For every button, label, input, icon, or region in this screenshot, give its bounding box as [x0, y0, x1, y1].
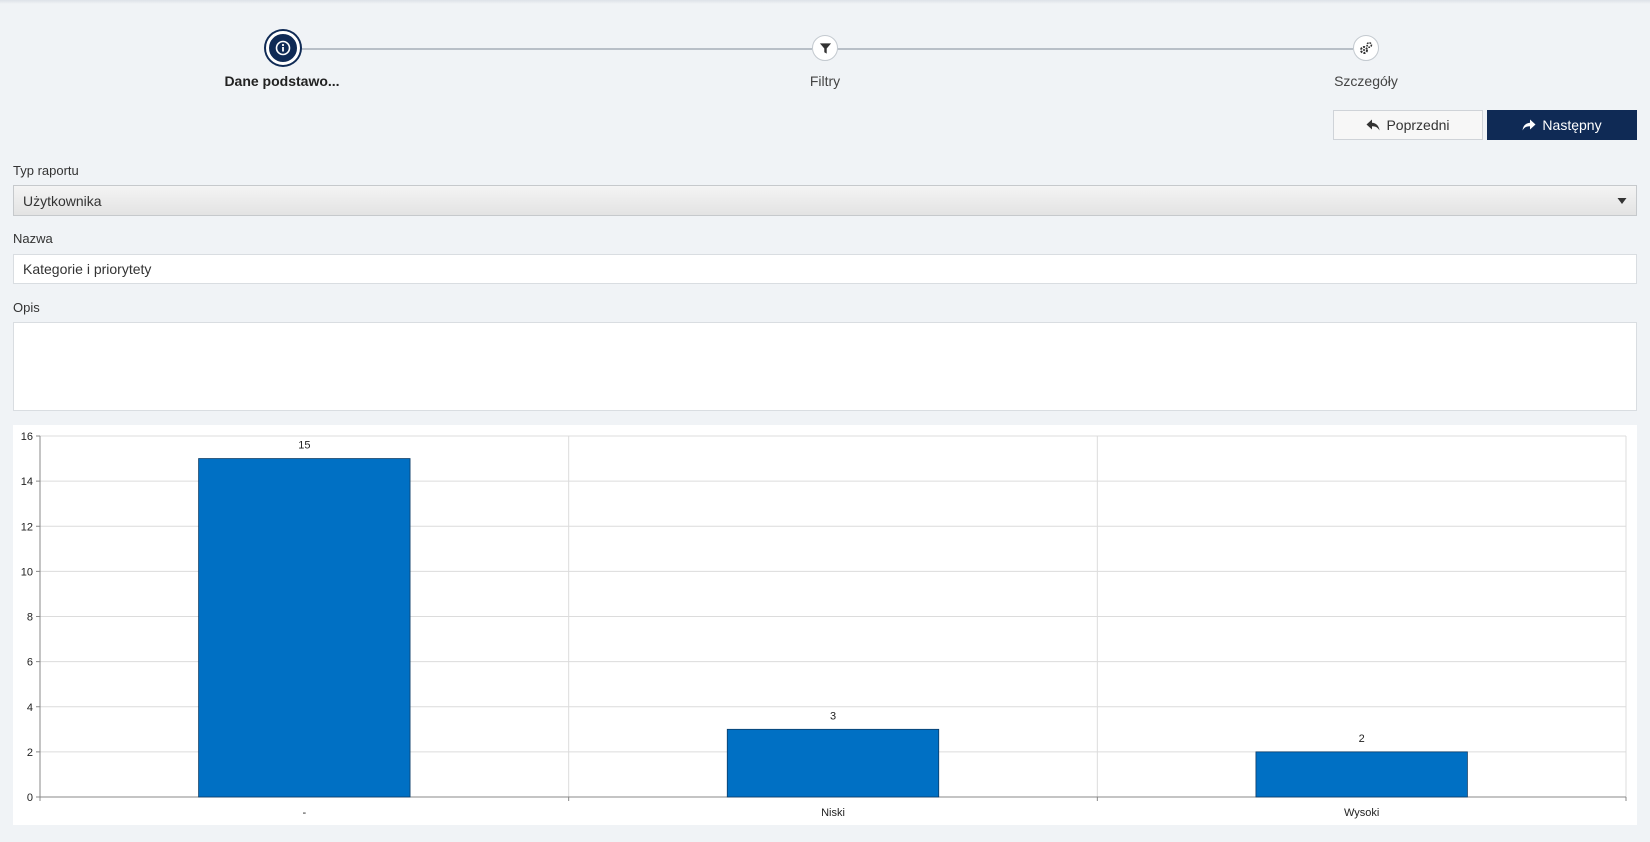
bar-data-label: 3	[830, 710, 836, 722]
y-tick-label: 14	[21, 476, 33, 488]
step-label-details: Szczegóły	[1334, 73, 1398, 89]
filter-icon	[819, 42, 831, 54]
reply-arrow-icon	[1366, 119, 1380, 131]
bar	[726, 728, 940, 798]
y-tick-label: 4	[27, 702, 33, 714]
bar-chart-svg: 0 2 4 6 8 10 12 14 16 15 - 3 Niski 2 Wysoki	[21, 431, 1627, 819]
y-tick-label: 6	[27, 657, 33, 669]
name-input[interactable]: Kategorie i priorytety	[13, 254, 1637, 284]
name-input-value: Kategorie i priorytety	[23, 261, 152, 277]
x-category-label: Wysoki	[1344, 807, 1379, 819]
step-filters[interactable]	[812, 35, 838, 61]
bar	[1255, 751, 1468, 798]
y-tick-label: 16	[21, 431, 33, 443]
description-label: Opis	[13, 300, 40, 315]
share-arrow-icon	[1522, 119, 1536, 131]
gears-icon	[1360, 41, 1373, 54]
y-tick-label: 0	[27, 792, 33, 804]
x-category-label: -	[302, 807, 306, 819]
previous-button[interactable]: Poprzedni	[1333, 110, 1483, 140]
step-connector	[837, 48, 1353, 50]
step-basic-data[interactable]	[266, 31, 300, 65]
y-tick-label: 8	[27, 612, 33, 624]
step-label-filters: Filtry	[809, 73, 841, 89]
bar-data-label: 15	[298, 440, 310, 452]
bar-data-label: 2	[1359, 733, 1365, 745]
step-connector	[283, 48, 812, 50]
next-button[interactable]: Następny	[1487, 110, 1637, 140]
next-button-label: Następny	[1542, 117, 1602, 133]
description-textarea[interactable]	[13, 322, 1637, 411]
name-label: Nazwa	[13, 231, 53, 246]
step-label-basic-data: Dane podstawo...	[224, 73, 340, 89]
y-tick-label: 2	[27, 747, 33, 759]
step-details[interactable]	[1353, 35, 1379, 61]
info-icon	[275, 40, 291, 56]
x-category-label: Niski	[821, 807, 845, 819]
y-tick-label: 10	[21, 566, 33, 578]
bar	[198, 458, 411, 798]
report-type-select[interactable]: Użytkownika	[13, 185, 1637, 216]
y-tick-label: 12	[21, 521, 33, 533]
previous-button-label: Poprzedni	[1386, 117, 1450, 133]
report-type-label: Typ raportu	[13, 163, 79, 178]
wizard-stepper: Dane podstawo... Filtry Szczegóły	[0, 0, 1650, 100]
bar-chart: 0 2 4 6 8 10 12 14 16 15 - 3 Niski 2 Wysoki	[13, 425, 1637, 825]
caret-down-icon	[1617, 197, 1627, 204]
report-type-value: Użytkownika	[23, 192, 102, 209]
